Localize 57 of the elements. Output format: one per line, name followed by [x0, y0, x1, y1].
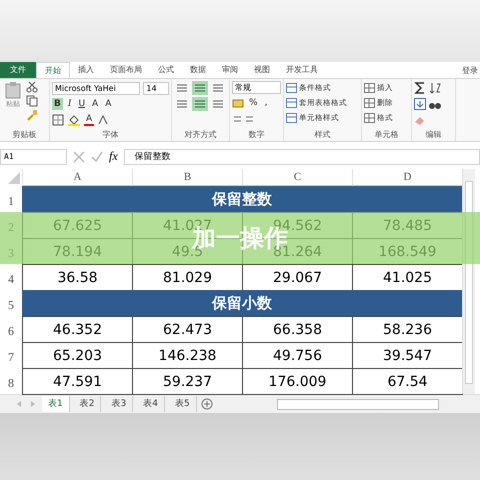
font-size-button[interactable]: A — [103, 98, 114, 110]
currency-icon[interactable] — [232, 97, 244, 109]
formula-field[interactable]: 保留整数 — [124, 148, 480, 164]
clipboard-icon — [5, 81, 21, 99]
ribbon-tab[interactable]: 页面布局 — [102, 62, 150, 78]
table-title-cell: 保留小数 — [22, 290, 462, 316]
group-label: 数字 — [248, 129, 266, 141]
sheet-tab[interactable]: 表2 — [74, 396, 102, 412]
ribbon-tab[interactable]: 开始 — [36, 62, 70, 78]
grid-icon — [364, 112, 375, 122]
copy-icon[interactable] — [26, 95, 38, 107]
sort-icon[interactable] — [429, 82, 441, 94]
table-title-cell: 保留整数 — [22, 186, 462, 212]
add-sheet-icon[interactable] — [200, 398, 213, 410]
grid-icon — [364, 98, 375, 108]
format-button[interactable]: B — [52, 98, 63, 110]
font-name-dropdown[interactable]: Microsoft YaHei — [52, 82, 140, 94]
format-button[interactable]: U — [76, 98, 88, 110]
sheet-tab[interactable]: 表5 — [168, 396, 197, 412]
font-color-button[interactable]: A — [84, 114, 94, 126]
sheet-tab[interactable]: 表3 — [105, 396, 134, 412]
check-icon[interactable] — [91, 150, 103, 162]
table-style-icon — [286, 112, 297, 122]
number-format-dropdown[interactable]: 常规 — [232, 81, 281, 94]
scissors-icon[interactable] — [26, 81, 38, 93]
ribbon-tab[interactable]: 插入 — [70, 62, 102, 78]
fill-bucket-icon[interactable] — [67, 114, 81, 126]
ribbon-tab[interactable]: 视图 — [246, 62, 278, 78]
group-label: 对齐方式 — [184, 129, 218, 141]
ribbon-tab[interactable]: 文件 — [0, 62, 36, 78]
horizontal-scrollbar[interactable] — [276, 398, 439, 410]
border-icon[interactable] — [52, 114, 64, 126]
name-box[interactable]: A1 — [0, 148, 67, 164]
ribbon-tab[interactable]: 公式 — [150, 62, 182, 78]
group-label: 单元格 — [374, 129, 400, 141]
sign-in-link[interactable]: 登录 — [462, 64, 480, 76]
insert-function-button[interactable]: fx — [109, 149, 118, 164]
table-style-icon — [286, 82, 297, 92]
number-button[interactable]: , — [262, 97, 270, 109]
group-label: 字体 — [102, 129, 120, 141]
sheet-tab[interactable]: 表4 — [137, 396, 165, 412]
table-style-icon — [286, 98, 297, 108]
font-size-button[interactable]: A — [90, 98, 100, 110]
group-label: 编辑 — [424, 129, 442, 141]
ribbon-tab[interactable]: 开发工具 — [278, 62, 326, 78]
number-button[interactable]: % — [247, 97, 260, 109]
group-label: 剪贴板 — [12, 129, 38, 141]
ribbon-tab[interactable]: 数据 — [182, 62, 214, 78]
sum-icon[interactable] — [414, 82, 426, 94]
group-label: 样式 — [314, 129, 332, 141]
grid-icon — [364, 82, 375, 92]
fill-down-icon[interactable] — [414, 98, 426, 110]
table-cell: 46.352 — [22, 316, 133, 343]
font-size-dropdown[interactable]: 14 — [143, 82, 169, 94]
format-button[interactable]: I — [66, 98, 74, 110]
ribbon-tab[interactable]: 审阅 — [214, 62, 246, 78]
sheet-tab[interactable]: 表1 — [42, 396, 70, 412]
